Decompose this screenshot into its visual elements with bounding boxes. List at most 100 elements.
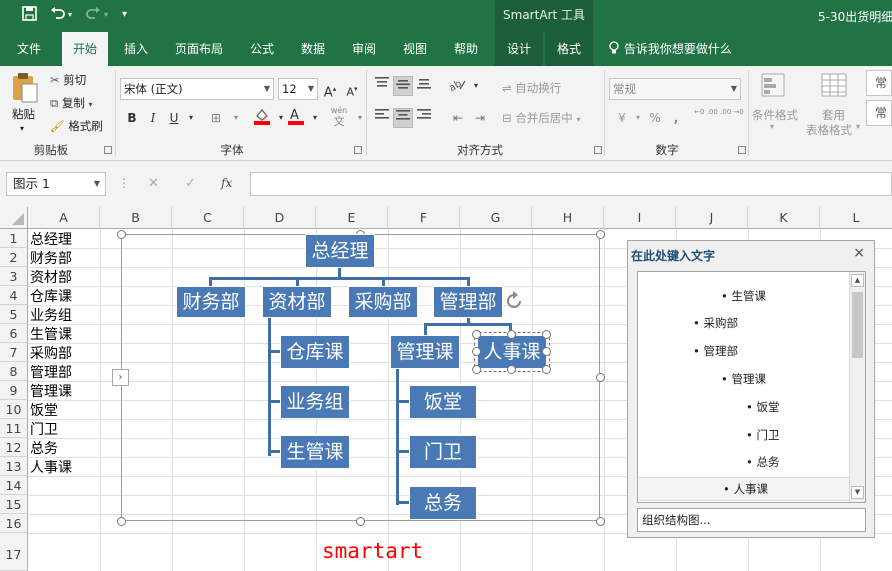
conditional-formatting-icon[interactable] — [760, 72, 790, 102]
row-header-3[interactable]: 3 — [0, 267, 28, 286]
undo-dropdown-icon[interactable]: ▾ — [68, 10, 72, 19]
font-name-dropdown[interactable]: 宋体 (正文) ▼ — [120, 78, 274, 100]
column-header-K[interactable]: K — [748, 207, 820, 229]
conditional-formatting-dropdown-icon[interactable]: ▾ — [770, 122, 774, 131]
tab-format[interactable]: 格式 — [545, 32, 593, 66]
row-header-10[interactable]: 10 — [0, 400, 28, 419]
row-header-6[interactable]: 6 — [0, 324, 28, 343]
number-format-dropdown[interactable]: 常规 ▼ — [609, 78, 741, 100]
column-header-H[interactable]: H — [532, 207, 604, 229]
cell-A2[interactable]: 财务部 — [30, 248, 72, 268]
scroll-up-icon[interactable]: ▲ — [851, 274, 864, 287]
resize-handle-sw[interactable] — [117, 517, 126, 526]
chevron-down-icon[interactable]: ▼ — [94, 173, 100, 195]
column-header-G[interactable]: G — [460, 207, 532, 229]
org-node-level4[interactable]: 饭堂 — [409, 385, 477, 419]
cell-A9[interactable]: 管理课 — [30, 381, 72, 401]
org-node-level3[interactable]: 业务组 — [280, 385, 350, 419]
tab-file[interactable]: 文件 — [6, 32, 52, 66]
scroll-thumb[interactable] — [852, 292, 863, 358]
org-node-level2[interactable]: 资材部 — [262, 286, 332, 318]
resize-handle-se[interactable] — [596, 517, 605, 526]
orientation-icon[interactable]: ab — [447, 76, 468, 96]
cell-A5[interactable]: 业务组 — [30, 305, 72, 325]
row-header-11[interactable]: 11 — [0, 419, 28, 438]
tab-formulas[interactable]: 公式 — [240, 32, 284, 66]
row-header-8[interactable]: 8 — [0, 362, 28, 381]
resize-handle-ne[interactable] — [596, 230, 605, 239]
underline-dropdown-icon[interactable]: ▾ — [181, 108, 201, 128]
row-header-7[interactable]: 7 — [0, 343, 28, 362]
text-pane-item-selected[interactable]: • 人事课 — [639, 477, 849, 501]
conditional-formatting-button[interactable]: 条件格式 — [752, 107, 798, 123]
redo-dropdown-icon[interactable]: ▾ — [104, 10, 108, 19]
cell-A8[interactable]: 管理部 — [30, 362, 72, 382]
increase-indent-icon[interactable]: ⇥ — [470, 108, 490, 128]
column-header-A[interactable]: A — [28, 207, 100, 229]
formula-input[interactable] — [250, 172, 892, 196]
phonetic-dropdown-icon[interactable]: ▾ — [350, 108, 370, 128]
row-header-17[interactable]: 17 — [0, 533, 28, 571]
node-handle[interactable] — [507, 330, 516, 339]
org-node-level2[interactable]: 采购部 — [348, 286, 418, 318]
column-header-I[interactable]: I — [604, 207, 676, 229]
copy-dropdown-icon[interactable]: ▾ — [89, 100, 93, 109]
node-handle[interactable] — [542, 365, 551, 374]
insert-function-icon[interactable]: fx — [221, 176, 232, 190]
tab-review[interactable]: 审阅 — [342, 32, 386, 66]
paste-icon[interactable] — [10, 72, 40, 104]
copy-button[interactable]: ⧉ 复制 ▾ — [50, 95, 93, 111]
close-icon[interactable]: × — [853, 245, 865, 261]
align-bottom-icon[interactable] — [414, 76, 434, 96]
cancel-icon[interactable]: ✕ — [148, 176, 159, 191]
cell-A10[interactable]: 饭堂 — [30, 400, 58, 420]
resize-handle-nw[interactable] — [117, 230, 126, 239]
org-node-level2[interactable]: 财务部 — [176, 286, 246, 318]
row-header-1[interactable]: 1 — [0, 229, 28, 248]
cell-style-normal-2[interactable]: 常规 — [866, 100, 892, 126]
font-color-icon[interactable]: A — [286, 106, 306, 126]
enter-icon[interactable]: ✓ — [185, 176, 196, 191]
cell-A13[interactable]: 人事课 — [30, 457, 72, 477]
paste-button[interactable]: 粘贴 — [12, 106, 35, 122]
row-header-4[interactable]: 4 — [0, 286, 28, 305]
row-header-13[interactable]: 13 — [0, 457, 28, 476]
percent-button[interactable]: % — [645, 108, 665, 128]
row-header-16[interactable]: 16 — [0, 514, 28, 533]
number-launcher-icon[interactable] — [738, 146, 746, 154]
comma-button[interactable]: , — [666, 108, 686, 128]
border-dropdown-icon[interactable]: ▾ — [226, 108, 246, 128]
node-handle[interactable] — [542, 330, 551, 339]
cell-A3[interactable]: 资材部 — [30, 267, 72, 287]
org-node-selected[interactable]: 人事课 — [474, 332, 550, 372]
text-pane-item[interactable]: • 生管课 — [721, 288, 766, 304]
column-header-D[interactable]: D — [244, 207, 316, 229]
column-header-E[interactable]: E — [316, 207, 388, 229]
format-as-table-line2[interactable]: 表格格式 — [806, 122, 852, 138]
bold-button[interactable]: B — [122, 108, 142, 128]
decrease-decimal-button[interactable]: .00 →0 — [720, 108, 744, 128]
row-header-5[interactable]: 5 — [0, 305, 28, 324]
name-box[interactable]: 图示 1 ▼ — [6, 172, 106, 196]
cell-A12[interactable]: 总务 — [30, 438, 58, 458]
scroll-down-icon[interactable]: ▼ — [851, 486, 864, 499]
row-header-9[interactable]: 9 — [0, 381, 28, 400]
node-handle[interactable] — [542, 347, 551, 356]
fill-color-icon[interactable] — [252, 106, 272, 126]
select-all-corner[interactable] — [0, 207, 28, 229]
italic-button[interactable]: I — [143, 108, 163, 128]
increase-decimal-button[interactable]: ←0 .00 — [694, 108, 718, 128]
text-pane-item[interactable]: • 总务 — [746, 454, 779, 470]
align-left-icon[interactable] — [372, 108, 392, 128]
node-handle[interactable] — [472, 365, 481, 374]
alignment-launcher-icon[interactable] — [594, 146, 602, 154]
border-icon[interactable]: ⊞ — [206, 108, 226, 128]
text-pane-item[interactable]: • 管理课 — [721, 371, 766, 387]
text-pane-item[interactable]: • 门卫 — [746, 427, 779, 443]
node-handle[interactable] — [507, 365, 516, 374]
orientation-dropdown-icon[interactable]: ▾ — [466, 76, 486, 96]
font-launcher-icon[interactable] — [354, 146, 362, 154]
font-color-dropdown-icon[interactable]: ▾ — [305, 108, 325, 128]
cell-A4[interactable]: 仓库课 — [30, 286, 72, 306]
align-top-icon[interactable] — [372, 76, 392, 96]
